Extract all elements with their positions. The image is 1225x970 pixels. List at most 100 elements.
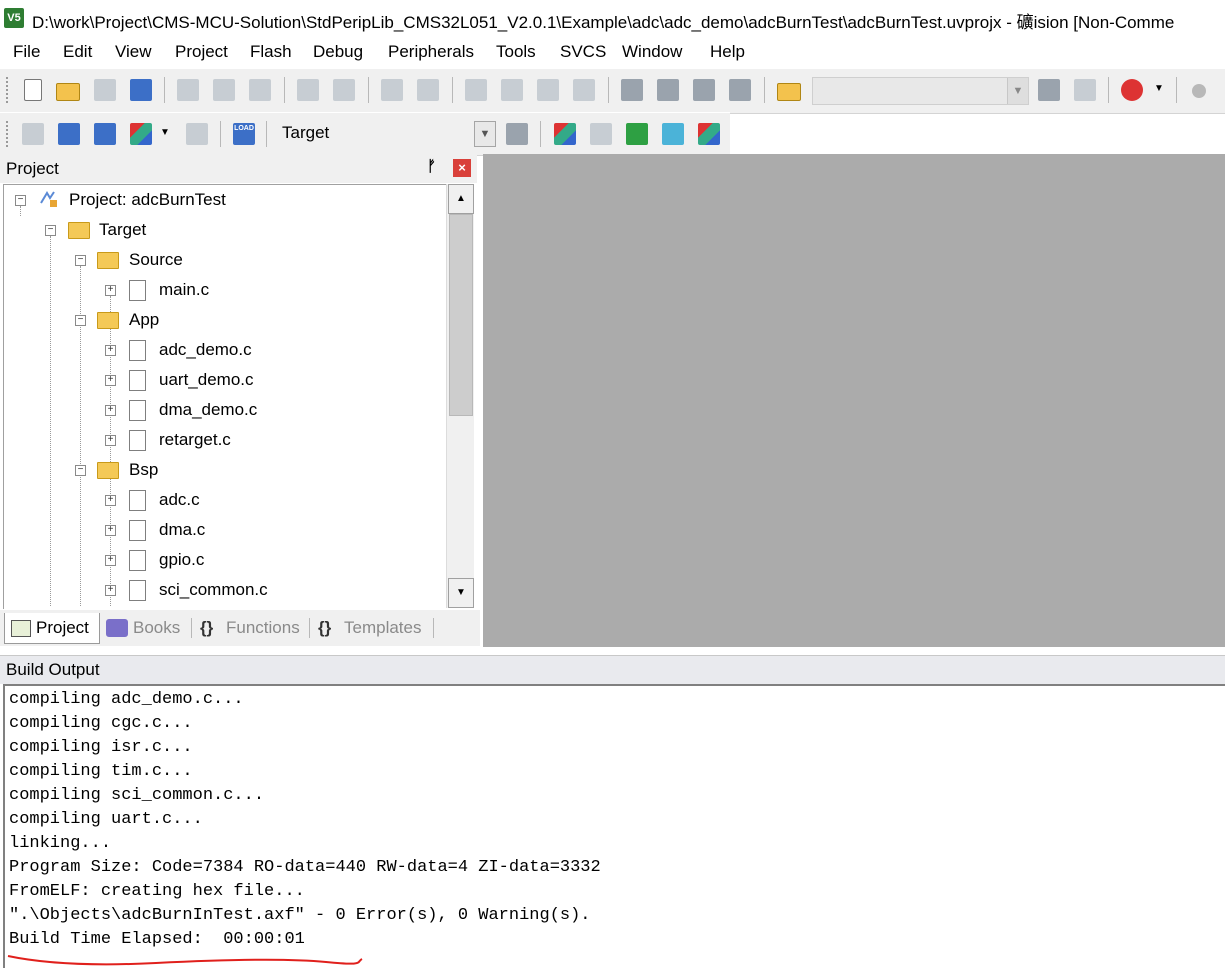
- navigate-back-icon[interactable]: [381, 79, 403, 101]
- previous-bookmark-icon[interactable]: [501, 79, 523, 101]
- navigate-forward-icon[interactable]: [417, 79, 439, 101]
- cut-icon[interactable]: [177, 79, 199, 101]
- folder-open-icon: [97, 312, 119, 329]
- tree-file-item[interactable]: + adc_demo.c: [4, 335, 444, 365]
- find-combo[interactable]: ▼: [812, 77, 1029, 105]
- close-icon[interactable]: ×: [453, 159, 471, 177]
- save-icon[interactable]: [94, 79, 116, 101]
- breakpoint-icon[interactable]: [1192, 84, 1206, 98]
- books-icon: [106, 619, 128, 637]
- target-select[interactable]: Target ▼: [274, 119, 496, 147]
- tree-item-target[interactable]: − Target: [4, 215, 444, 245]
- tree-file-label: dma_demo.c: [159, 400, 258, 419]
- tree-scrollbar[interactable]: ▲ ▼: [446, 184, 474, 608]
- collapse-toggle-icon[interactable]: −: [15, 195, 26, 206]
- expand-toggle-icon[interactable]: +: [105, 285, 116, 296]
- expand-toggle-icon[interactable]: +: [105, 585, 116, 596]
- menu-tools[interactable]: Tools: [496, 42, 536, 62]
- expand-toggle-icon[interactable]: +: [105, 525, 116, 536]
- menu-debug[interactable]: Debug: [313, 42, 363, 62]
- toolbar-grip[interactable]: [6, 77, 11, 103]
- menu-edit[interactable]: Edit: [63, 42, 92, 62]
- stop-build-icon[interactable]: [186, 123, 208, 145]
- project-panel-title: Project: [6, 159, 59, 178]
- paste-icon[interactable]: [249, 79, 271, 101]
- next-bookmark-icon[interactable]: [537, 79, 559, 101]
- menu-flash[interactable]: Flash: [250, 42, 292, 62]
- tab-project[interactable]: Project: [4, 613, 100, 644]
- expand-toggle-icon[interactable]: +: [105, 345, 116, 356]
- tree-file-item[interactable]: + adc.c: [4, 485, 444, 515]
- chevron-down-icon[interactable]: ▼: [160, 127, 170, 138]
- menu-peripherals[interactable]: Peripherals: [388, 42, 474, 62]
- tree-file-item[interactable]: + gpio.c: [4, 545, 444, 575]
- menu-file[interactable]: File: [13, 42, 40, 62]
- menu-project[interactable]: Project: [175, 42, 228, 62]
- tree-group-app[interactable]: − App: [4, 305, 444, 335]
- new-file-icon[interactable]: [24, 79, 42, 101]
- menu-view[interactable]: View: [115, 42, 152, 62]
- select-packs-icon[interactable]: [590, 123, 612, 145]
- app-logo-icon: V5: [4, 8, 24, 28]
- copy-icon[interactable]: [213, 79, 235, 101]
- chevron-down-icon[interactable]: ▼: [1154, 83, 1164, 94]
- undo-icon[interactable]: [297, 79, 319, 101]
- collapse-toggle-icon[interactable]: −: [75, 465, 86, 476]
- chevron-down-icon[interactable]: ▼: [474, 121, 496, 147]
- find-in-files-icon[interactable]: [777, 83, 801, 101]
- redo-icon[interactable]: [333, 79, 355, 101]
- menu-window[interactable]: Window: [622, 42, 682, 62]
- tree-group-bsp[interactable]: − Bsp: [4, 455, 444, 485]
- scroll-up-icon[interactable]: ▲: [448, 184, 474, 214]
- tree-file-item[interactable]: + retarget.c: [4, 425, 444, 455]
- expand-toggle-icon[interactable]: +: [105, 405, 116, 416]
- toolbar-grip[interactable]: [6, 121, 11, 147]
- editor-area[interactable]: [483, 154, 1225, 647]
- menu-svcs[interactable]: SVCS: [560, 42, 606, 62]
- debug-session-icon[interactable]: [1121, 79, 1143, 101]
- scroll-down-icon[interactable]: ▼: [448, 578, 474, 608]
- build-output-header: Build Output: [0, 655, 1225, 684]
- build-output-line: compiling tim.c...: [9, 762, 193, 781]
- tree-file-item[interactable]: + main.c: [4, 275, 444, 305]
- find-icon[interactable]: [1038, 79, 1060, 101]
- run-time-environment-icon[interactable]: [662, 123, 684, 145]
- collapse-toggle-icon[interactable]: −: [75, 315, 86, 326]
- insert-bookmark-icon[interactable]: [465, 79, 487, 101]
- translate-icon[interactable]: [22, 123, 44, 145]
- build-icon[interactable]: [58, 123, 80, 145]
- tree-group-source[interactable]: − Source: [4, 245, 444, 275]
- collapse-toggle-icon[interactable]: −: [75, 255, 86, 266]
- tree-file-item[interactable]: + uart_demo.c: [4, 365, 444, 395]
- clear-bookmarks-icon[interactable]: [573, 79, 595, 101]
- manage-project-items-icon[interactable]: [554, 123, 576, 145]
- expand-toggle-icon[interactable]: +: [105, 555, 116, 566]
- menu-help[interactable]: Help: [710, 42, 745, 62]
- indent-icon[interactable]: [621, 79, 643, 101]
- comment-icon[interactable]: [693, 79, 715, 101]
- save-all-icon[interactable]: [130, 79, 152, 101]
- collapse-toggle-icon[interactable]: −: [45, 225, 56, 236]
- unindent-icon[interactable]: [657, 79, 679, 101]
- uncomment-icon[interactable]: [729, 79, 751, 101]
- tree-file-item[interactable]: + sci_common.c: [4, 575, 444, 605]
- tree-file-item[interactable]: + dma.c: [4, 515, 444, 545]
- pack-installer-icon[interactable]: [626, 123, 648, 145]
- expand-toggle-icon[interactable]: +: [105, 495, 116, 506]
- rebuild-icon[interactable]: [94, 123, 116, 145]
- build-output-line: FromELF: creating hex file...: [9, 882, 305, 901]
- options-for-target-icon[interactable]: [506, 123, 528, 145]
- batch-build-icon[interactable]: [130, 123, 152, 145]
- load-download-icon[interactable]: LOAD: [233, 123, 255, 145]
- expand-toggle-icon[interactable]: +: [105, 375, 116, 386]
- scroll-thumb[interactable]: [449, 214, 473, 416]
- open-file-icon[interactable]: [56, 83, 80, 101]
- tree-item-project-root[interactable]: − Project: adcBurnTest: [4, 185, 444, 215]
- manage-component-icon[interactable]: [698, 123, 720, 145]
- tree-file-item[interactable]: + dma_demo.c: [4, 395, 444, 425]
- build-output-pane[interactable]: compiling adc_demo.c... compiling cgc.c.…: [3, 684, 1225, 968]
- pin-icon[interactable]: ᚠ: [427, 158, 436, 175]
- expand-toggle-icon[interactable]: +: [105, 435, 116, 446]
- incremental-find-icon[interactable]: [1074, 79, 1096, 101]
- chevron-down-icon[interactable]: ▼: [1007, 78, 1028, 104]
